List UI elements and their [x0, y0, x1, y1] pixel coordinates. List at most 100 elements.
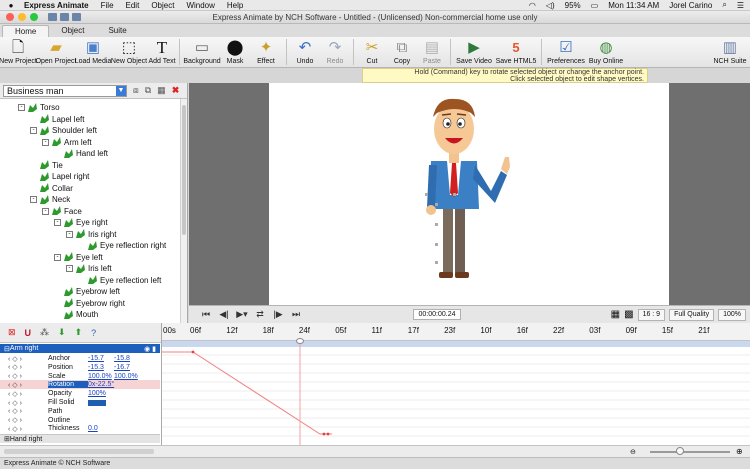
selection-handle[interactable] — [453, 193, 456, 196]
property-value-1[interactable]: -15.7 — [88, 355, 114, 362]
volume-icon[interactable]: ◁) — [546, 1, 555, 10]
keyframe-nav-icons[interactable]: ‹ ◇ › — [0, 425, 48, 433]
property-value-1[interactable]: 0.0 — [88, 425, 114, 432]
property-row[interactable]: ‹ ◇ › Path — [0, 407, 160, 416]
tree-node[interactable]: - Iris left — [66, 263, 112, 274]
iris-right[interactable] — [446, 122, 450, 126]
keyframe-marker[interactable] — [326, 432, 330, 436]
tab-suite[interactable]: Suite — [96, 25, 138, 37]
property-value-2[interactable]: -15.8 — [114, 355, 130, 362]
skip-to-start-button[interactable]: ⏮ — [197, 308, 215, 322]
visibility-icon[interactable]: ◉ ▮ — [144, 345, 160, 353]
selection-handle[interactable] — [425, 193, 428, 196]
grid-fine-icon[interactable]: ▩ — [624, 309, 633, 320]
nch-suite-button[interactable]: ▥ NCH Suite — [712, 37, 748, 68]
copy-button[interactable]: ⧉ Copy — [387, 37, 417, 68]
user-name[interactable]: Jorel Carino — [669, 1, 712, 10]
keyframe-nav-icons[interactable]: ‹ ◇ › — [0, 381, 48, 389]
property-row[interactable]: ‹ ◇ › Fill Solid — [0, 398, 160, 407]
menu-window[interactable]: Window — [186, 1, 214, 10]
tree-node[interactable]: - Shoulder left — [30, 125, 97, 136]
tab-object[interactable]: Object — [49, 25, 96, 37]
new-project-button[interactable]: 🗋 New Project — [0, 37, 37, 68]
preferences-button[interactable]: ☑ Preferences — [545, 37, 587, 68]
property-row[interactable]: ‹ ◇ › Rotation 0x-22.5° — [0, 380, 160, 390]
new-object-button[interactable]: ⬚ New Object — [110, 37, 148, 68]
property-row[interactable]: ‹ ◇ › Position -15.3 -16.7 — [0, 363, 160, 372]
preview-canvas[interactable] — [269, 83, 669, 305]
leg-right[interactable] — [455, 204, 465, 274]
property-row[interactable]: ‹ ◇ › Scale 100.0% 100.0% — [0, 372, 160, 381]
battery-percent[interactable]: 95% — [565, 1, 581, 10]
redo-button[interactable]: ↷ Redo — [320, 37, 350, 68]
tree-collapse-icon[interactable]: - — [30, 196, 37, 203]
battery-icon[interactable]: ▭ — [591, 1, 599, 10]
zoom-select[interactable]: 100% — [718, 308, 746, 321]
tree-scrollbar-thumb[interactable] — [182, 105, 186, 235]
tree-node[interactable]: - Arm left — [42, 137, 92, 148]
menu-app-name[interactable]: Express Animate — [24, 1, 89, 10]
shoe-right[interactable] — [455, 272, 469, 278]
tree-node[interactable]: Lapel left — [30, 114, 84, 125]
add-text-button[interactable]: T Add Text — [148, 37, 176, 68]
delete-icon[interactable]: ✖ — [172, 85, 180, 96]
tree-collapse-icon[interactable]: - — [54, 219, 61, 226]
properties-scrollbar[interactable] — [4, 449, 154, 454]
group-icon[interactable]: ⧈ — [133, 85, 139, 96]
move-up-icon[interactable]: ⬆ — [75, 327, 83, 338]
shoe-left[interactable] — [439, 272, 453, 278]
magnet-icon[interactable]: U — [25, 328, 32, 338]
menu-file[interactable]: File — [101, 1, 114, 10]
tree-collapse-icon[interactable]: - — [42, 138, 49, 146]
wifi-icon[interactable]: ◠ — [529, 1, 536, 10]
zoom-window-button[interactable] — [30, 13, 38, 21]
tree-node[interactable]: - Eye left — [54, 252, 103, 263]
quick-print-icon[interactable] — [72, 13, 81, 21]
tree-node[interactable]: - Eye right — [54, 217, 108, 228]
object-selector-dropdown[interactable]: Business man ▼ — [3, 84, 127, 97]
property-value-2[interactable]: -16.7 — [114, 364, 130, 371]
tree-node[interactable]: Collar — [30, 183, 73, 194]
zoom-in-icon[interactable]: ⊕ — [736, 447, 743, 456]
timeline-panel[interactable]: 00s 06f 12f 18f 24f 05f 11f 17f 23f 10f 16f 22f 03f 0… — [162, 323, 750, 445]
keyframe-nav-icons[interactable]: ‹ ◇ › — [0, 372, 48, 380]
selection-handle[interactable] — [435, 223, 438, 226]
save-html5-button[interactable]: 5 Save HTML5 — [494, 37, 538, 68]
aspect-ratio-select[interactable]: 16 : 9 — [637, 308, 666, 321]
business-man-figure[interactable] — [269, 83, 669, 305]
tree-collapse-icon[interactable]: - — [66, 265, 73, 272]
tree-collapse-icon[interactable]: - — [54, 253, 61, 261]
timeline-tracks[interactable] — [162, 341, 750, 445]
keyframe-marker[interactable] — [191, 350, 195, 354]
tree-node[interactable]: - Face — [42, 206, 82, 217]
tree-collapse-icon[interactable]: - — [42, 207, 49, 215]
property-row[interactable]: ‹ ◇ › Outline — [0, 416, 160, 425]
menu-edit[interactable]: Edit — [126, 1, 140, 10]
keyframe-nav-icons[interactable]: ‹ ◇ › — [0, 407, 48, 415]
zoom-out-icon[interactable]: ⊖ — [630, 448, 636, 456]
keyframe-nav-icons[interactable]: ‹ ◇ › — [0, 363, 48, 371]
close-window-button[interactable] — [6, 13, 14, 21]
paste-button[interactable]: ▤ Paste — [417, 37, 447, 68]
eyebrow-right[interactable] — [441, 113, 452, 116]
menu-help[interactable]: Help — [227, 1, 243, 10]
apple-icon[interactable]: ● — [4, 1, 18, 10]
tree-collapse-icon[interactable]: - — [18, 104, 25, 111]
keyframe-nav-icons[interactable]: ‹ ◇ › — [0, 355, 48, 363]
save-video-button[interactable]: ▶ Save Video — [454, 37, 494, 68]
duplicate-icon[interactable]: ⧉ — [145, 85, 151, 96]
load-media-button[interactable]: ▣ Load Media — [75, 37, 112, 68]
keyframe-nav-icons[interactable]: ‹ ◇ › — [0, 390, 48, 398]
iris-left[interactable] — [458, 122, 462, 126]
hand-left[interactable] — [426, 205, 436, 215]
property-value-1[interactable]: -15.3 — [88, 364, 114, 371]
search-icon[interactable]: ⌕ — [722, 0, 726, 10]
layers-icon[interactable]: ▦ — [157, 85, 166, 96]
quality-select[interactable]: Full Quality — [669, 308, 715, 321]
loop-button[interactable]: ⇄ — [251, 308, 269, 322]
buy-online-button[interactable]: ◍ Buy Online — [587, 37, 625, 68]
grid-icon[interactable]: ▦ — [611, 309, 620, 320]
tree-node[interactable]: Eyebrow left — [54, 286, 120, 297]
delete-keyframe-icon[interactable]: ⊠ — [8, 327, 16, 338]
skip-to-end-button[interactable]: ⏭ — [287, 308, 305, 322]
